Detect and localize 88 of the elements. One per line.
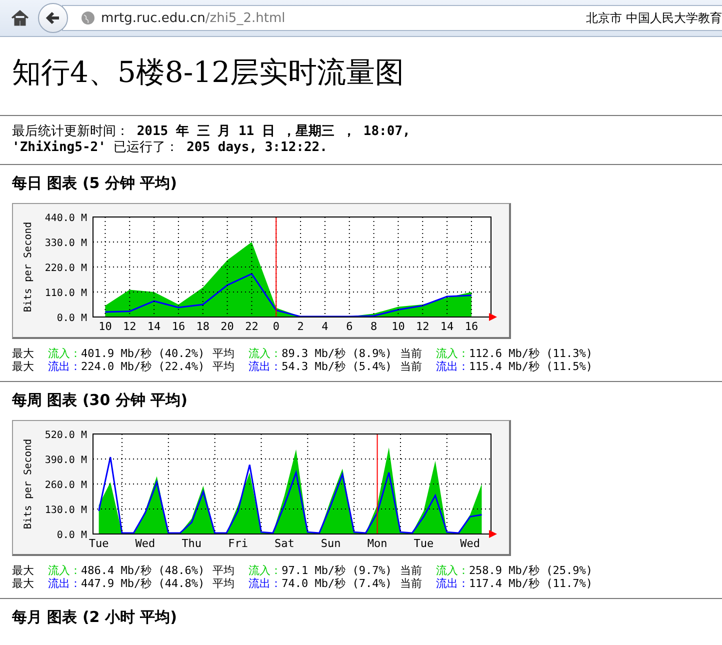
stat-value: 486.4 Mb/秒 (48.6%) (81, 564, 206, 577)
y-tick-label: 260.0 M (44, 480, 87, 491)
x-tick-label: 22 (245, 320, 258, 333)
y-tick-label: 440.0 M (44, 213, 87, 224)
stat-heading: 平均 (212, 347, 236, 360)
stat-value: 224.0 Mb/秒 (22.4%) (81, 360, 206, 373)
x-tick-label: 0 (272, 320, 280, 333)
stat-heading: 最大 (12, 360, 35, 373)
stat-label: 流入： (436, 347, 469, 360)
stat-value: 112.6 Mb/秒 (11.3%) (468, 347, 594, 360)
status-line: 'ZhiXing5-2' 已运行了： 205 days, 3:12:22. (12, 140, 328, 156)
x-tick-label: 6 (346, 320, 353, 333)
globe-icon (81, 11, 95, 25)
stat-heading: 平均 (212, 360, 236, 373)
x-tick-label: Wed (135, 537, 156, 550)
x-tick-label: Sun (320, 537, 341, 550)
x-tick-label: 10 (98, 320, 112, 333)
stat-value: 54.3 Mb/秒 (5.4%) (282, 360, 393, 373)
y-tick-label: 0.0 M (56, 313, 87, 324)
stat-value: 401.9 Mb/秒 (40.2%) (81, 347, 206, 360)
x-tick-label: Sat (274, 537, 294, 550)
stat-heading: 最大 (12, 347, 35, 360)
x-tick-label: 14 (440, 320, 454, 333)
x-tick-label: Tue (414, 537, 434, 550)
section-heading: 每日 图表 (5 分钟 平均) (12, 174, 178, 193)
stat-label: 流入： (436, 564, 469, 577)
x-tick-label: 2 (297, 320, 304, 333)
stat-label: 流出： (248, 360, 282, 373)
x-tick-label: 10 (392, 320, 405, 333)
stat-heading: 当前 (400, 577, 423, 590)
stat-heading: 当前 (400, 360, 423, 373)
y-tick-label: 520.0 M (44, 430, 87, 441)
stat-label: 流入： (48, 347, 81, 360)
x-tick-label: 4 (322, 320, 328, 333)
stat-value: 97.1 Mb/秒 (9.7%) (282, 564, 393, 577)
section-heading: 每周 图表 (30 分钟 平均) (12, 391, 188, 410)
stat-label: 流入： (248, 564, 282, 577)
stat-value: 258.9 Mb/秒 (25.9%) (468, 564, 594, 577)
x-tick-label: Mon (367, 537, 388, 550)
stat-value: 74.0 Mb/秒 (7.4%) (282, 577, 393, 590)
x-tick-label: 12 (416, 320, 430, 333)
arrow-icon (489, 530, 497, 538)
stat-value: 115.4 Mb/秒 (11.5%) (468, 360, 594, 373)
stat-label: 流入： (248, 347, 282, 360)
y-axis-label: Bits per Second (23, 438, 34, 530)
stat-value: 117.4 Mb/秒 (11.7%) (468, 577, 594, 590)
y-tick-label: 220.0 M (44, 263, 87, 274)
stat-heading: 平均 (212, 564, 236, 577)
x-tick-label: 8 (370, 320, 378, 333)
back-arrow-icon (45, 10, 61, 26)
y-axis-label: Bits per Second (23, 222, 34, 312)
stat-label: 流出： (248, 577, 282, 590)
arrow-icon (489, 313, 497, 321)
x-tick-label: Tue (88, 537, 109, 550)
y-tick-label: 0.0 M (56, 530, 87, 541)
stat-heading: 当前 (400, 347, 423, 360)
stat-label: 流出： (48, 360, 81, 373)
x-tick-label: 18 (196, 320, 210, 333)
y-tick-label: 390.0 M (44, 455, 87, 466)
stat-heading: 平均 (212, 577, 236, 590)
x-tick-label: 20 (220, 320, 234, 333)
url-text: mrtg.ruc.edu.cn/zhi5_2.html (101, 10, 286, 26)
stat-heading: 最大 (12, 577, 35, 590)
y-tick-label: 130.0 M (44, 505, 87, 516)
x-tick-label: Fri (228, 537, 248, 550)
x-tick-label: 16 (172, 320, 186, 333)
stat-value: 447.9 Mb/秒 (44.8%) (81, 577, 206, 590)
y-tick-label: 110.0 M (44, 288, 87, 299)
stat-value: 89.3 Mb/秒 (8.9%) (282, 347, 393, 360)
stat-heading: 最大 (12, 564, 35, 577)
stat-label: 流入： (48, 564, 81, 577)
back-button[interactable] (38, 3, 68, 33)
x-tick-label: 14 (147, 320, 161, 333)
stat-label: 流出： (48, 577, 81, 590)
status-line: 最后统计更新时间： 2015 年 三 月 11 日 ，星期三 ， 18:07, (12, 124, 412, 140)
y-tick-label: 330.0 M (44, 238, 87, 249)
stat-label: 流出： (436, 360, 469, 373)
page-title: 知行4、5楼8-12层实时流量图 (12, 54, 406, 91)
home-icon[interactable] (10, 8, 30, 28)
section-heading: 每月 图表 (2 小时 平均) (12, 608, 178, 627)
x-tick-label: Thu (182, 537, 202, 550)
stat-label: 流出： (436, 577, 469, 590)
site-info: 北京市 中国人民大学教育 (586, 10, 722, 26)
address-bar[interactable]: mrtg.ruc.edu.cn/zhi5_2.html 北京市 中国人民大学教育 (62, 5, 722, 31)
stat-heading: 当前 (400, 564, 423, 577)
x-tick-label: 16 (464, 320, 478, 333)
x-tick-label: Wed (460, 537, 480, 550)
x-tick-label: 12 (123, 320, 136, 333)
